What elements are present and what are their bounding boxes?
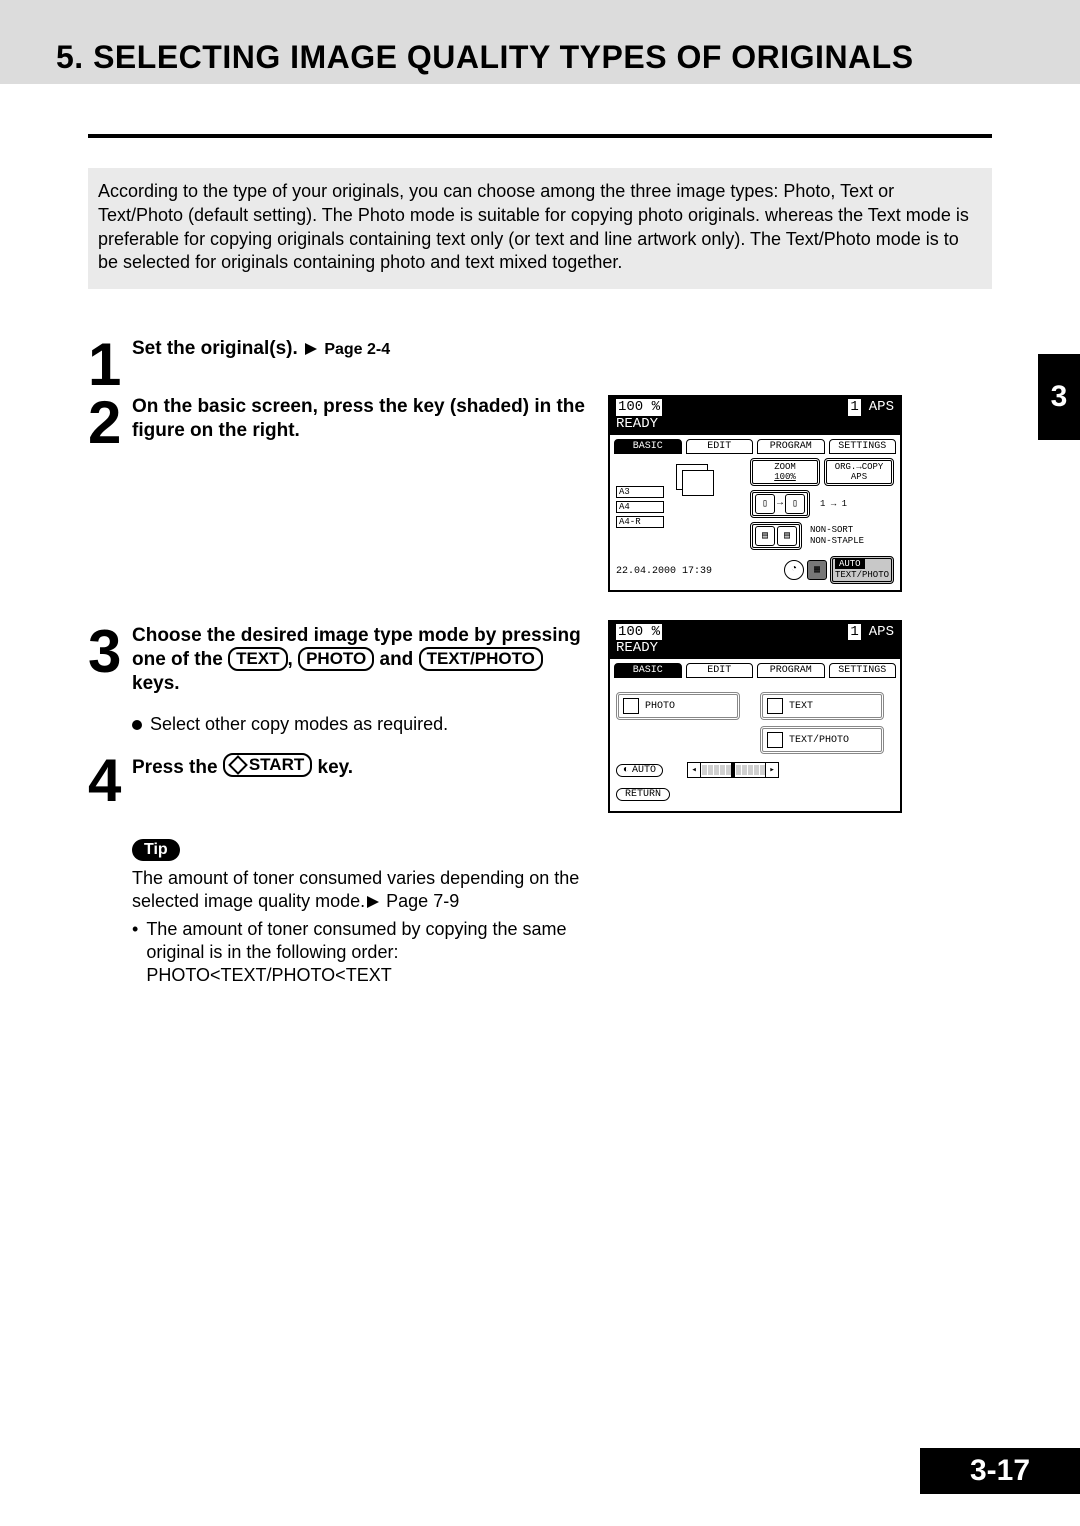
page-ref-arrow-icon bbox=[367, 896, 379, 908]
tray-a4[interactable]: A4 bbox=[616, 501, 664, 513]
zoom-readout: 100 % bbox=[616, 399, 662, 416]
copy-count: 1 bbox=[848, 624, 860, 641]
mode-abbr: APS bbox=[869, 399, 894, 416]
step-number: 4 bbox=[88, 757, 128, 805]
timestamp: 22.04.2000 17:39 bbox=[616, 562, 712, 577]
tab-program[interactable]: PROGRAM bbox=[757, 663, 825, 678]
tab-edit[interactable]: EDIT bbox=[686, 439, 754, 454]
mode-photo-button[interactable]: PHOTO bbox=[616, 692, 740, 720]
tray-a4r[interactable]: A4-R bbox=[616, 516, 664, 528]
mode-abbr: APS bbox=[869, 624, 894, 641]
bullet-icon bbox=[132, 720, 142, 730]
staple-text: NON-STAPLE bbox=[810, 537, 864, 546]
stack-icon: ▤ bbox=[777, 526, 797, 546]
tip-bullet-dot: • bbox=[132, 918, 138, 988]
step1-page-ref: Page 2-4 bbox=[324, 341, 390, 358]
status-text: READY bbox=[616, 640, 894, 657]
tip-page-ref: Page 7-9 bbox=[386, 891, 459, 911]
copy-count: 1 bbox=[848, 399, 860, 416]
zoom-button[interactable]: ZOOM 100% bbox=[750, 458, 820, 486]
step-1: 1 Set the original(s). Page 2-4 bbox=[88, 333, 992, 389]
return-button[interactable]: RETURN bbox=[616, 788, 670, 801]
text-icon bbox=[767, 698, 783, 714]
page-number: 3-17 bbox=[920, 1448, 1080, 1494]
slider-left-icon: ◂ bbox=[688, 763, 701, 777]
step-number: 3 bbox=[88, 628, 128, 676]
textphoto-button[interactable]: AUTO TEXT/PHOTO bbox=[830, 556, 894, 584]
textphoto-icon: ▦ bbox=[807, 560, 827, 580]
zoom-readout: 100 % bbox=[616, 624, 662, 641]
diamond-icon bbox=[228, 755, 248, 775]
tab-settings[interactable]: SETTINGS bbox=[829, 439, 897, 454]
tip-bullet-text: The amount of toner consumed by copying … bbox=[146, 918, 588, 965]
title-bar: 5. SELECTING IMAGE QUALITY TYPES OF ORIG… bbox=[0, 0, 1080, 84]
copier-panel-modes: 100 % 1 APS READY BASIC EDIT PROGRAM SET… bbox=[608, 620, 902, 814]
mode-textphoto-button[interactable]: TEXT/PHOTO bbox=[760, 726, 884, 754]
one-to-one: 1 → 1 bbox=[820, 499, 847, 509]
page-title: 5. SELECTING IMAGE QUALITY TYPES OF ORIG… bbox=[56, 39, 914, 84]
tip-block: Tip The amount of toner consumed varies … bbox=[132, 839, 588, 988]
step4-lead: Press the bbox=[132, 757, 223, 778]
step-number: 1 bbox=[88, 341, 128, 389]
textphoto-key: TEXT/PHOTO bbox=[419, 647, 543, 671]
sort-button[interactable]: ▤ ▤ bbox=[750, 522, 802, 550]
step-4: 4 Press the START key. bbox=[88, 749, 588, 805]
step2-text: On the basic screen, press the key (shad… bbox=[132, 391, 588, 443]
tab-basic[interactable]: BASIC bbox=[614, 663, 682, 678]
text-key: TEXT bbox=[228, 647, 287, 671]
chapter-side-tab: 3 bbox=[1038, 354, 1080, 440]
duplex-button[interactable]: ▯ → ▯ bbox=[750, 490, 810, 518]
slider-right-icon: ▸ bbox=[765, 763, 778, 777]
sort-text: NON-SORT bbox=[810, 526, 864, 535]
photo-icon bbox=[623, 698, 639, 714]
photo-key: PHOTO bbox=[298, 647, 374, 671]
org-copy-button[interactable]: ORG.→COPY APS bbox=[824, 458, 894, 486]
timer-icon: ◔ bbox=[784, 560, 804, 580]
status-text: READY bbox=[616, 416, 894, 433]
tip-order: PHOTO<TEXT/PHOTO<TEXT bbox=[146, 964, 588, 987]
tab-program[interactable]: PROGRAM bbox=[757, 439, 825, 454]
step3-sub: Select other copy modes as required. bbox=[132, 714, 588, 735]
auto-density-button[interactable]: ◐ AUTO bbox=[616, 764, 663, 777]
page-single-icon: ▯ bbox=[755, 494, 775, 514]
intro-paragraph: According to the type of your originals,… bbox=[88, 168, 992, 289]
page-ref-arrow-icon bbox=[305, 343, 317, 355]
tray-a3[interactable]: A3 bbox=[616, 486, 664, 498]
textphoto-icon bbox=[767, 732, 783, 748]
step-3: 3 Choose the desired image type mode by … bbox=[88, 620, 588, 696]
page-single-icon: ▯ bbox=[785, 494, 805, 514]
step-2: 2 On the basic screen, press the key (sh… bbox=[88, 391, 588, 447]
auto-icon: ◐ bbox=[623, 765, 629, 776]
step-number: 2 bbox=[88, 399, 128, 447]
step1-text: Set the original(s). bbox=[132, 338, 298, 359]
tab-edit[interactable]: EDIT bbox=[686, 663, 754, 678]
stack-icon: ▤ bbox=[755, 526, 775, 546]
tip-line1: The amount of toner consumed varies depe… bbox=[132, 868, 579, 911]
copier-panel-basic: 100 % 1 APS READY BASIC EDIT PROGRAM SET… bbox=[608, 395, 902, 592]
density-slider[interactable]: ◂ ▸ bbox=[687, 762, 779, 778]
start-key: START bbox=[223, 753, 312, 777]
tab-settings[interactable]: SETTINGS bbox=[829, 663, 897, 678]
slider-thumb[interactable] bbox=[731, 763, 735, 777]
tip-badge: Tip bbox=[132, 839, 180, 861]
horizontal-rule bbox=[88, 134, 992, 138]
mode-text-button[interactable]: TEXT bbox=[760, 692, 884, 720]
tab-basic[interactable]: BASIC bbox=[614, 439, 682, 454]
